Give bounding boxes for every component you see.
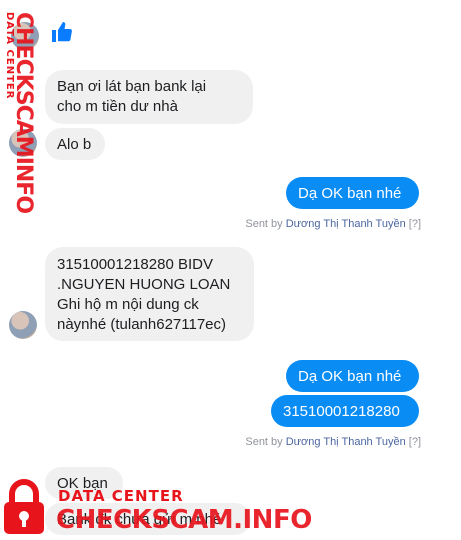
help-link[interactable]: [?] [409,218,421,230]
message-text: 31510001218280 [283,403,400,420]
message-text: Dạ OK bạn nhé [298,368,402,385]
sent-by-prefix: Sent by [245,218,283,230]
sent-by-prefix: Sent by [245,436,283,448]
watermark-side: DATA CENTER CHECKSCAMINFO [0,0,44,213]
message-text: 31510001218280 BIDV .NGUYEN HUONG LOAN G… [57,256,231,333]
incoming-message[interactable]: Bạn ơi lát bạn bank lại cho m tiền dư nh… [45,70,253,124]
incoming-message[interactable]: Alo b [45,128,105,160]
message-text: Dạ OK bạn nhé [298,185,402,202]
sent-by-label: Sent by Dương Thị Thanh Tuyền [?] [245,436,421,448]
padlock-icon [4,479,44,534]
sender-name-link[interactable]: Dương Thị Thanh Tuyền [286,218,406,230]
outgoing-message[interactable]: 31510001218280 [271,395,419,427]
outgoing-message[interactable]: Dạ OK bạn nhé [286,360,419,392]
incoming-message[interactable]: 31510001218280 BIDV .NGUYEN HUONG LOAN G… [45,247,254,341]
watermark-brand: CHECKSCAM.INFO [56,505,312,535]
watermark-label: DATA CENTER [58,487,184,505]
help-link[interactable]: [?] [409,436,421,448]
message-text: Bạn ơi lát bạn bank lại cho m tiền dư nh… [57,78,207,115]
thumbs-up-icon [52,22,72,42]
contact-avatar[interactable] [9,311,37,339]
sender-name-link[interactable]: Dương Thị Thanh Tuyền [286,436,406,448]
message-text: Alo b [57,136,92,153]
outgoing-message[interactable]: Dạ OK bạn nhé [286,177,419,209]
watermark-brand: CHECKSCAMINFO [11,12,36,214]
sent-by-label: Sent by Dương Thị Thanh Tuyền [?] [245,218,421,230]
